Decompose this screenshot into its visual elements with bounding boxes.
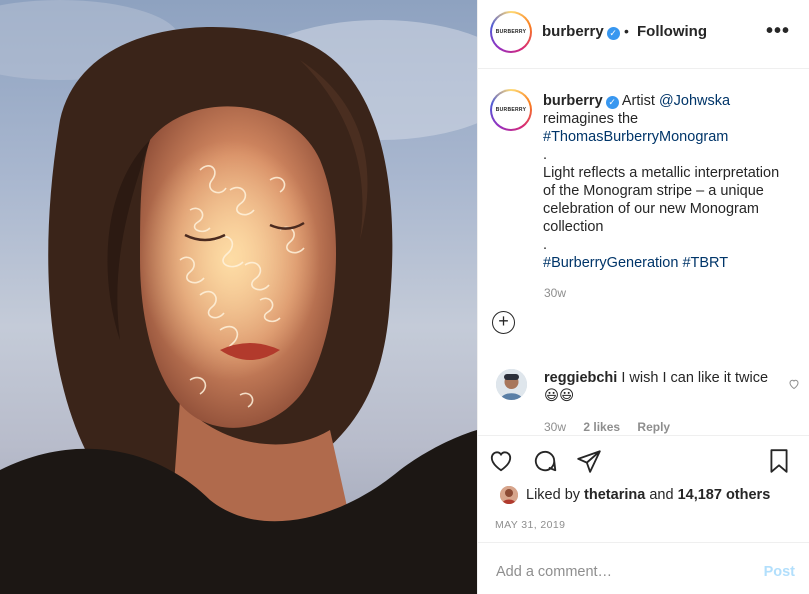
comment-emoji: 😃😃 bbox=[544, 388, 575, 404]
caption-dot-1: . bbox=[543, 147, 548, 163]
comment-like-heart-icon[interactable] bbox=[788, 377, 800, 393]
comment-bubble-icon[interactable] bbox=[532, 448, 558, 477]
verified-badge-icon: ✓ bbox=[606, 27, 620, 40]
liked-by-and: and bbox=[649, 487, 674, 503]
hashtag-link-generation[interactable]: #BurberryGeneration bbox=[543, 255, 678, 271]
caption-section: BURBERRY burberry ✓ Artist @Johwska reima… bbox=[478, 69, 809, 435]
add-comment-bar: Add a comment… Post bbox=[478, 542, 809, 594]
share-paper-plane-icon[interactable] bbox=[576, 448, 602, 477]
commenter-avatar[interactable] bbox=[496, 369, 527, 400]
caption-timestamp[interactable]: 30w bbox=[544, 286, 566, 300]
caption-avatar[interactable]: BURBERRY bbox=[490, 89, 532, 131]
commenter-username[interactable]: reggiebchi bbox=[544, 370, 617, 386]
header-separator: • bbox=[624, 23, 629, 39]
like-heart-icon[interactable] bbox=[488, 448, 514, 477]
post-date[interactable]: MAY 31, 2019 bbox=[495, 519, 565, 531]
comment-item: reggiebchi I wish I can like it twice 😃😃… bbox=[478, 369, 809, 435]
post-image[interactable] bbox=[0, 0, 477, 594]
caption-dot-2: . bbox=[543, 237, 548, 253]
author-avatar[interactable]: BURBERRY bbox=[490, 11, 532, 53]
comment-body: I wish I can like it twice bbox=[621, 370, 769, 386]
post-panel: BURBERRY burberry ✓ • Following ••• BURBE… bbox=[477, 0, 809, 594]
following-button[interactable]: Following bbox=[637, 23, 707, 40]
author-username[interactable]: burberry ✓ bbox=[542, 23, 620, 40]
caption-text-1: Artist bbox=[621, 93, 655, 109]
comment-meta: 30w 2 likes Reply bbox=[544, 420, 684, 434]
avatar-logo-text: BURBERRY bbox=[495, 29, 527, 35]
save-bookmark-icon[interactable] bbox=[768, 448, 790, 477]
caption-verified-badge-icon: ✓ bbox=[605, 96, 619, 109]
post-comment-button[interactable]: Post bbox=[764, 564, 795, 580]
comment-reply-button[interactable]: Reply bbox=[637, 420, 670, 434]
caption-body: Light reflects a metallic interpretation… bbox=[543, 165, 780, 235]
liker-avatar-image bbox=[500, 486, 518, 504]
comment-text: reggiebchi I wish I can like it twice 😃😃 bbox=[544, 369, 774, 405]
caption-text: burberry ✓ Artist @Johwska reimagines the… bbox=[543, 92, 795, 272]
hashtag-link-tbrt[interactable]: #TBRT bbox=[682, 255, 728, 271]
author-username-label: burberry bbox=[542, 23, 604, 40]
hashtag-link-monogram[interactable]: #ThomasBurberryMonogram bbox=[543, 129, 728, 145]
comment-input[interactable]: Add a comment… bbox=[496, 564, 612, 580]
post-header: BURBERRY burberry ✓ • Following ••• bbox=[478, 0, 809, 69]
caption-text-2: reimagines the bbox=[543, 111, 639, 127]
load-more-comments-button[interactable]: + bbox=[492, 311, 515, 334]
mention-link[interactable]: @Johwska bbox=[659, 93, 730, 109]
post-actions: Liked by thetarina and 14,187 others MAY… bbox=[478, 435, 809, 594]
comment-timestamp[interactable]: 30w bbox=[544, 420, 566, 434]
comment-likes[interactable]: 2 likes bbox=[583, 420, 620, 434]
commenter-avatar-image bbox=[496, 369, 527, 400]
more-options-icon[interactable]: ••• bbox=[766, 20, 790, 43]
likes-count[interactable]: 14,187 others bbox=[678, 487, 771, 503]
caption-avatar-logo-text: BURBERRY bbox=[495, 107, 527, 113]
liked-by-prefix: Liked by bbox=[526, 487, 581, 503]
liked-by-user[interactable]: thetarina bbox=[584, 487, 645, 503]
portrait-illustration bbox=[0, 0, 477, 594]
liker-avatar[interactable] bbox=[500, 486, 518, 504]
caption-username[interactable]: burberry bbox=[543, 93, 603, 109]
